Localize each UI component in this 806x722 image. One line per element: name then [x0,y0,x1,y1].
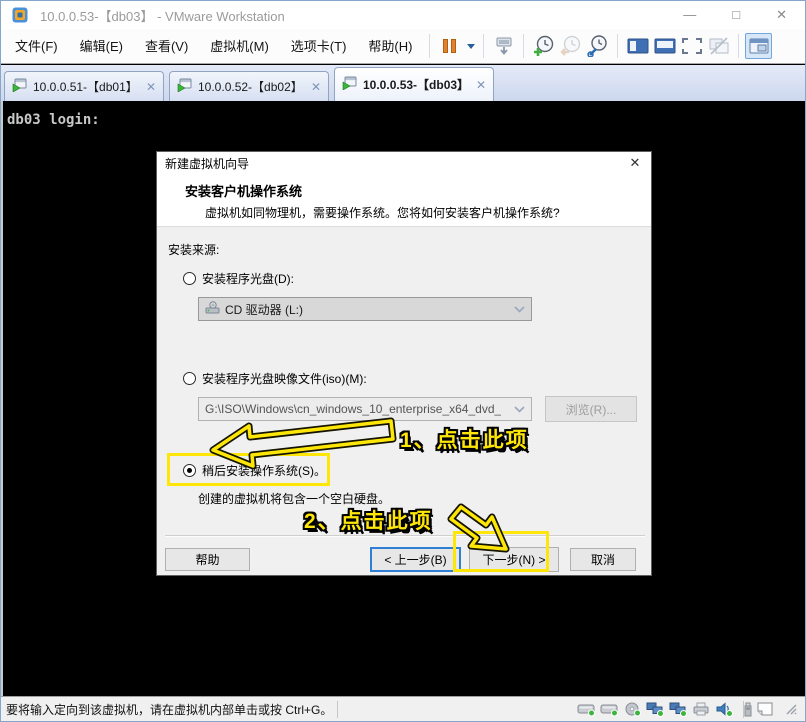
toolbar-separator [617,34,618,58]
menu-view[interactable]: 查看(V) [134,29,199,64]
tab-label: 10.0.0.52-【db02】 [198,78,303,95]
status-bar: 要将输入定向到该虚拟机，请在虚拟机内部单击或按 Ctrl+G。 [1,696,805,721]
snapshot-manager-icon[interactable] [584,33,611,59]
revert-snapshot-icon[interactable] [557,33,584,59]
window-titlebar: 10.0.0.53-【db03】 - VMware Workstation — … [1,1,805,29]
highlight-box-next-button [453,531,549,572]
network-adapter-icon[interactable] [645,701,665,717]
unity-icon[interactable] [705,33,732,59]
install-source-label: 安装来源: [168,241,219,258]
tab-close-icon[interactable]: ✕ [476,78,486,92]
cancel-button[interactable]: 取消 [570,548,636,571]
pause-dropdown-icon[interactable] [463,33,477,59]
menu-toolbar: 文件(F) 编辑(E) 查看(V) 虚拟机(M) 选项卡(T) 帮助(H) [1,29,805,64]
sound-icon[interactable] [714,701,734,717]
radio-label: 安装程序光盘映像文件(iso)(M): [202,370,367,387]
tab-close-icon[interactable]: ✕ [146,80,156,94]
tab-db03-active[interactable]: 10.0.0.53-【db03】 ✕ [334,67,494,101]
hard-disk-icon[interactable] [599,701,619,717]
radio-circle[interactable] [183,272,196,285]
dialog-header: 安装客户机操作系统 虚拟机如同物理机，需要操作系统。您将如何安装客户机操作系统? [157,174,651,227]
chevron-down-icon [514,402,525,416]
toolbar-separator [483,34,484,58]
printer-icon[interactable] [691,701,711,717]
radio-label: 安装程序光盘(D): [202,270,294,287]
network-adapter-icon[interactable] [668,701,688,717]
close-button[interactable]: ✕ [776,7,787,23]
statusbar-separator [743,701,744,718]
chevron-down-icon [514,302,525,316]
dialog-subheading: 虚拟机如同物理机，需要操作系统。您将如何安装客户机操作系统? [205,204,560,221]
cd-drive-dropdown[interactable]: CD 驱动器 (L:) [198,297,532,321]
menu-tabs[interactable]: 选项卡(T) [280,29,358,64]
toolbar-separator [738,34,739,58]
tab-close-icon[interactable]: ✕ [311,80,321,94]
vm-tab-icon [342,76,357,93]
back-button[interactable]: < 上一步(B) [370,547,461,572]
highlight-box-install-later [167,453,330,486]
pause-icon[interactable] [436,33,463,59]
radio-iso-image[interactable]: 安装程序光盘映像文件(iso)(M): [183,370,367,387]
vmware-logo-icon [6,2,33,28]
iso-path-dropdown[interactable]: G:\ISO\Windows\cn_windows_10_enterprise_… [198,397,532,421]
radio-installer-disc[interactable]: 安装程序光盘(D): [183,270,294,287]
send-ctrl-alt-del-icon[interactable] [490,33,517,59]
console-view-icon[interactable] [745,33,772,59]
fullscreen-icon[interactable] [678,33,705,59]
status-message: 要将输入定向到该虚拟机，请在虚拟机内部单击或按 Ctrl+G。 [6,701,332,718]
statusbar-separator [337,701,338,718]
toolbar-separator [523,34,524,58]
show-thumbnail-bar-icon[interactable] [651,33,678,59]
window-title: 10.0.0.53-【db03】 - VMware Workstation [40,6,285,25]
tab-label: 10.0.0.53-【db03】 [363,76,469,93]
help-button[interactable]: 帮助 [165,548,250,571]
menu-vm[interactable]: 虚拟机(M) [199,29,280,64]
console-left-edge [1,101,3,696]
browse-button[interactable]: 浏览(R)... [545,396,637,422]
dialog-close-icon[interactable]: ✕ [619,155,651,171]
tab-bar: 10.0.0.51-【db01】 ✕ 10.0.0.52-【db02】 ✕ 10… [1,65,805,101]
vm-tab-icon [12,78,27,95]
menu-file[interactable]: 文件(F) [4,29,69,64]
console-login-prompt: db03 login: [7,112,100,128]
dialog-title: 新建虚拟机向导 [165,155,249,172]
tab-db02[interactable]: 10.0.0.52-【db02】 ✕ [169,71,329,101]
dialog-titlebar[interactable]: 新建虚拟机向导 ✕ [157,152,651,174]
vm-tab-icon [177,78,192,95]
radio-circle[interactable] [183,372,196,385]
cd-drive-icon [205,301,220,317]
maximize-button[interactable]: □ [732,7,740,23]
hard-disk-icon[interactable] [576,701,596,717]
message-icon[interactable] [755,701,775,717]
vmware-workstation-window: 10.0.0.53-【db03】 - VMware Workstation — … [0,0,806,722]
menu-help[interactable]: 帮助(H) [357,29,423,64]
minimize-button[interactable]: — [683,7,696,23]
iso-path-value: G:\ISO\Windows\cn_windows_10_enterprise_… [205,402,501,416]
cd-drive-value: CD 驱动器 (L:) [225,301,303,318]
show-library-icon[interactable] [624,33,651,59]
tab-label: 10.0.0.51-【db01】 [33,78,138,95]
annotation-step2: 2、点击此项 [304,505,433,535]
annotation-step1: 1、点击此项 [400,424,529,454]
menu-edit[interactable]: 编辑(E) [69,29,134,64]
tab-db01[interactable]: 10.0.0.51-【db01】 ✕ [4,71,164,101]
take-snapshot-icon[interactable] [530,33,557,59]
dialog-heading: 安装客户机操作系统 [185,181,302,200]
cd-dvd-icon[interactable] [622,701,642,717]
toolbar-separator [429,34,430,58]
resize-grip-icon[interactable] [781,701,801,717]
dialog-button-separator [165,535,645,537]
